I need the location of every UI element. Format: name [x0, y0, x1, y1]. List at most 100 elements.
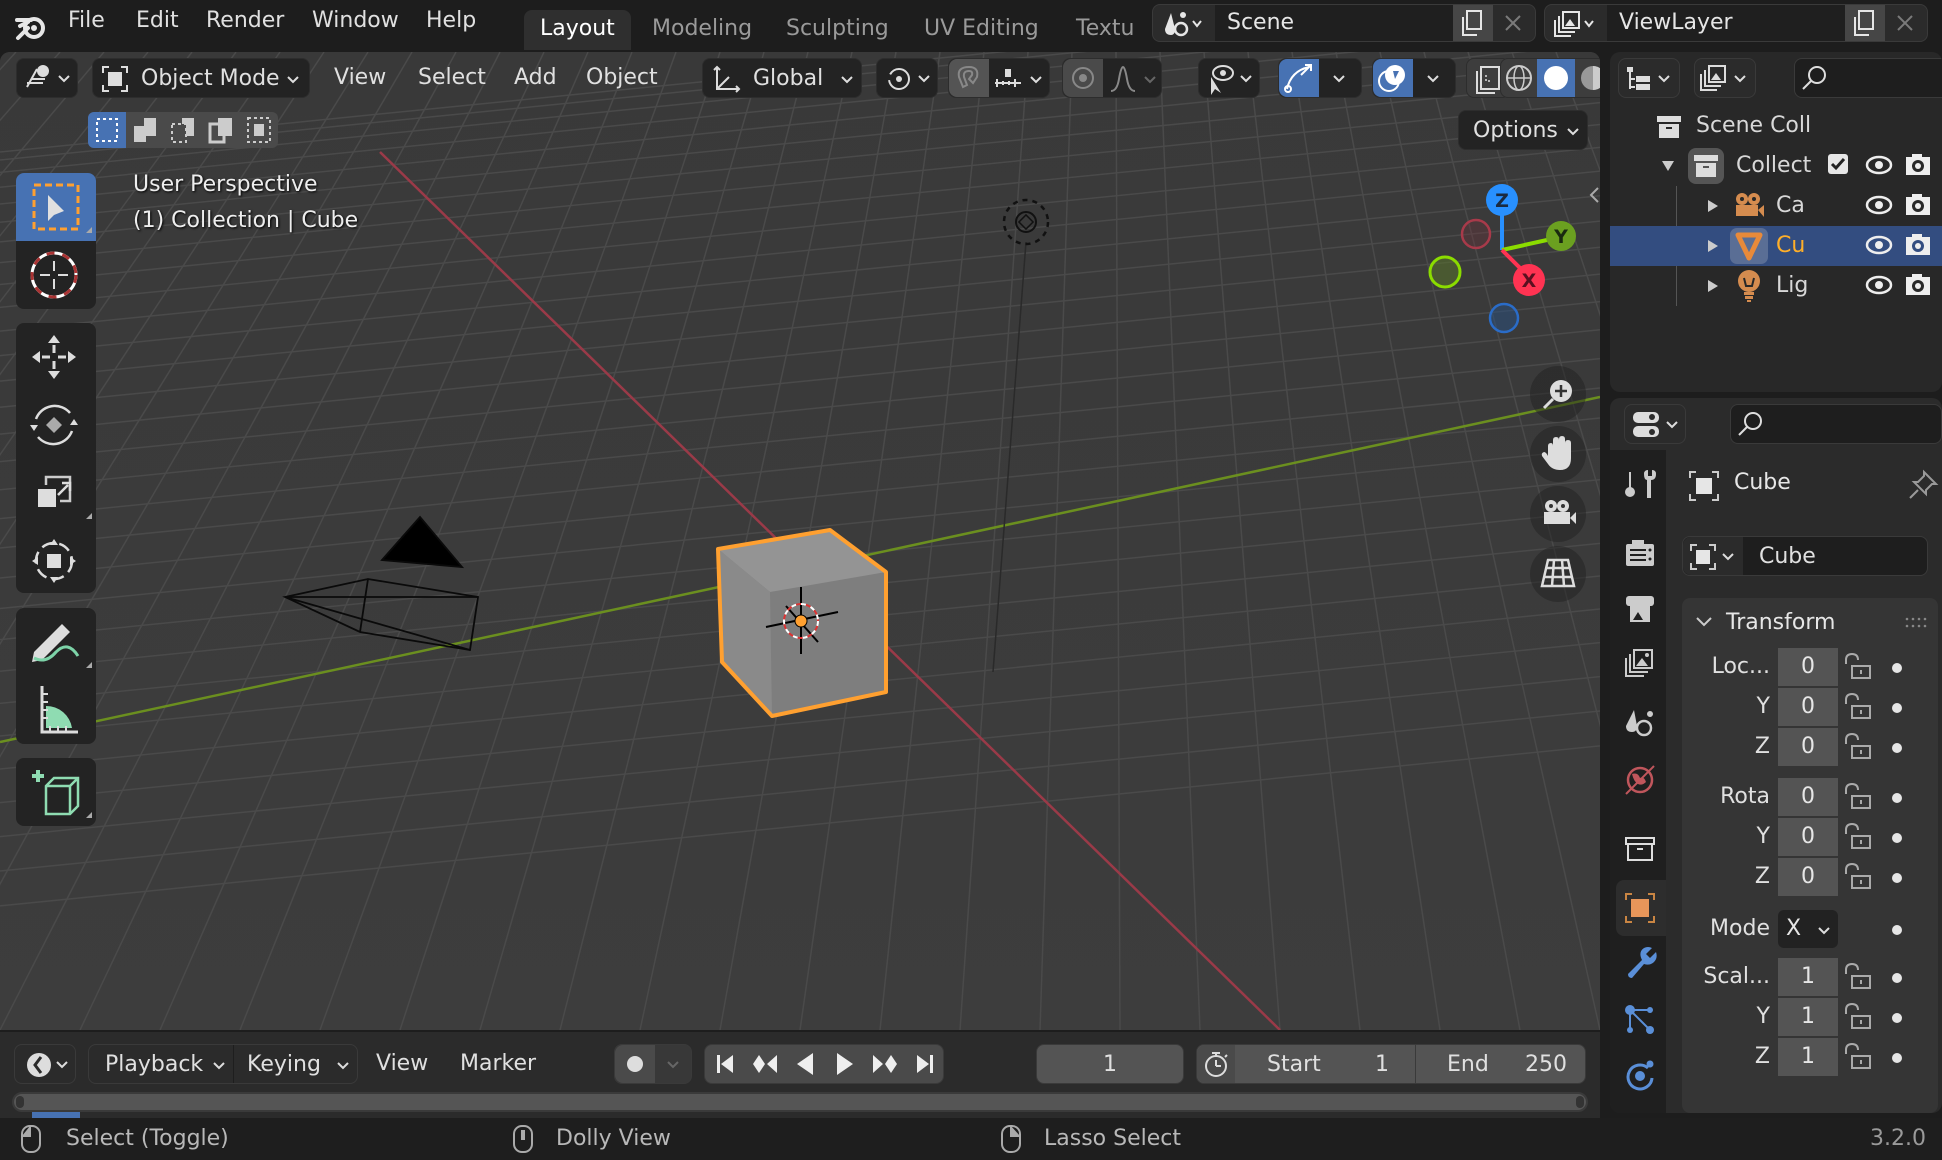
solid-shading-button[interactable]	[1537, 59, 1575, 97]
tab-scene[interactable]	[1616, 696, 1666, 752]
navigation-gizmo[interactable]: Z Y X	[1416, 176, 1576, 336]
current-frame-field[interactable]: 1	[1036, 1044, 1184, 1084]
timeline-editor-type-button[interactable]	[14, 1044, 76, 1084]
lock-icon[interactable]	[1842, 1002, 1872, 1032]
viewport-menu-add[interactable]: Add	[514, 65, 557, 90]
lock-icon[interactable]	[1842, 1042, 1872, 1072]
keyframe-dot[interactable]	[1892, 743, 1902, 753]
display-mode-dropdown[interactable]	[1694, 58, 1756, 98]
lock-icon[interactable]	[1842, 782, 1872, 812]
menu-help[interactable]: Help	[426, 8, 476, 33]
tab-uv-editing[interactable]: UV Editing	[908, 10, 1055, 50]
transform-panel-header[interactable]: Transform	[1682, 598, 1938, 648]
viewport-menu-view[interactable]: View	[334, 65, 386, 90]
keyframe-dot[interactable]	[1892, 663, 1902, 673]
keyframe-dot[interactable]	[1892, 925, 1902, 935]
render-camera-icon[interactable]	[1904, 232, 1932, 258]
object-datablock-field[interactable]: Cube	[1682, 536, 1928, 576]
blender-logo-icon[interactable]	[14, 8, 48, 42]
overlays-toggle[interactable]	[1373, 59, 1413, 97]
tab-object[interactable]	[1616, 880, 1666, 936]
rotation-z-field[interactable]: 0	[1778, 858, 1838, 896]
outliner-editor-type-button[interactable]	[1618, 58, 1680, 98]
proportional-editing-group[interactable]	[1062, 58, 1162, 98]
view-layer-selector[interactable]: ViewLayer	[1544, 4, 1928, 42]
zoom-view-button[interactable]	[1530, 366, 1586, 422]
menu-edit[interactable]: Edit	[136, 8, 179, 33]
properties-editor-type-button[interactable]	[1624, 404, 1686, 444]
start-frame-field[interactable]: Start 1	[1237, 1045, 1415, 1083]
scene-selector[interactable]: Scene	[1152, 4, 1536, 42]
exclude-checkbox[interactable]	[1828, 154, 1848, 174]
snap-toggle[interactable]	[949, 59, 989, 97]
lock-icon[interactable]	[1842, 732, 1872, 762]
rotation-mode-dropdown[interactable]: X	[1778, 910, 1838, 948]
location-y-field[interactable]: 0	[1778, 688, 1838, 726]
lock-icon[interactable]	[1842, 962, 1872, 992]
tab-physics[interactable]	[1616, 1048, 1666, 1104]
tab-collection[interactable]	[1616, 822, 1666, 878]
eye-icon[interactable]	[1864, 152, 1894, 178]
select-box-tool[interactable]	[16, 173, 96, 241]
tab-modeling[interactable]: Modeling	[636, 10, 768, 50]
jump-start-button[interactable]	[705, 1045, 745, 1083]
keyframe-dot[interactable]	[1892, 793, 1902, 803]
select-subtract-button[interactable]	[164, 112, 202, 148]
tab-sculpting[interactable]: Sculpting	[770, 10, 905, 50]
proportional-toggle[interactable]	[1063, 59, 1103, 97]
timeline-scrollbar[interactable]	[12, 1092, 1588, 1112]
scale-y-field[interactable]: 1	[1778, 998, 1838, 1036]
menu-render[interactable]: Render	[206, 8, 284, 33]
lock-icon[interactable]	[1842, 692, 1872, 722]
jump-end-button[interactable]	[905, 1045, 945, 1083]
eye-icon[interactable]	[1864, 232, 1894, 258]
keying-menu[interactable]: Keying	[247, 1052, 321, 1077]
scale-x-field[interactable]: 1	[1778, 958, 1838, 996]
options-dropdown[interactable]: Options	[1458, 110, 1588, 150]
preview-range-toggle[interactable]	[1197, 1045, 1235, 1083]
tab-modifiers[interactable]	[1616, 936, 1666, 992]
eye-icon[interactable]	[1864, 272, 1894, 298]
keyframe-dot[interactable]	[1892, 973, 1902, 983]
playback-menu[interactable]: Playback	[105, 1052, 203, 1077]
new-scene-button[interactable]	[1453, 5, 1493, 41]
pan-view-button[interactable]	[1530, 426, 1586, 482]
outliner-item-cube[interactable]: Cu	[1610, 226, 1942, 266]
transform-tool[interactable]	[16, 527, 96, 595]
keyframe-dot[interactable]	[1892, 873, 1902, 883]
play-button[interactable]	[825, 1045, 865, 1083]
rotation-x-field[interactable]: 0	[1778, 778, 1838, 816]
outliner-scene-collection[interactable]: Scene Coll	[1610, 106, 1942, 146]
tab-layout[interactable]: Layout	[524, 10, 631, 50]
keyframe-dot[interactable]	[1892, 1053, 1902, 1063]
lock-icon[interactable]	[1842, 822, 1872, 852]
prev-keyframe-button[interactable]	[745, 1045, 785, 1083]
pivot-point-dropdown[interactable]	[876, 58, 938, 98]
render-camera-icon[interactable]	[1904, 152, 1932, 178]
eye-icon[interactable]	[1864, 192, 1894, 218]
outliner-search-input[interactable]	[1794, 58, 1942, 98]
outliner-item-camera[interactable]: Ca	[1610, 186, 1942, 226]
keyframe-dot[interactable]	[1892, 703, 1902, 713]
outliner-item-light[interactable]: Lig	[1610, 266, 1942, 306]
record-button[interactable]	[615, 1045, 655, 1083]
tab-texture-paint[interactable]: Textu	[1060, 10, 1150, 50]
next-keyframe-button[interactable]	[865, 1045, 905, 1083]
perspective-toggle-button[interactable]	[1530, 546, 1586, 602]
rotate-tool[interactable]	[16, 391, 96, 459]
location-z-field[interactable]: 0	[1778, 728, 1838, 766]
selectability-dropdown[interactable]	[1198, 58, 1260, 98]
rotation-y-field[interactable]: 0	[1778, 818, 1838, 856]
3d-viewport[interactable]: Object Mode View Select Add Object Globa…	[0, 52, 1600, 1030]
render-camera-icon[interactable]	[1904, 192, 1932, 218]
timeline-view-menu[interactable]: View	[376, 1051, 428, 1076]
viewport-menu-select[interactable]: Select	[418, 65, 486, 90]
location-x-field[interactable]: 0	[1778, 648, 1838, 686]
mode-dropdown[interactable]: Object Mode	[92, 58, 310, 98]
properties-search-input[interactable]	[1730, 404, 1942, 444]
select-new-button[interactable]	[88, 112, 126, 148]
keyframe-dot[interactable]	[1892, 1013, 1902, 1023]
viewport-menu-object[interactable]: Object	[586, 65, 658, 90]
select-intersect-button[interactable]	[240, 112, 278, 148]
outliner-collection[interactable]: Collect	[1610, 146, 1942, 186]
